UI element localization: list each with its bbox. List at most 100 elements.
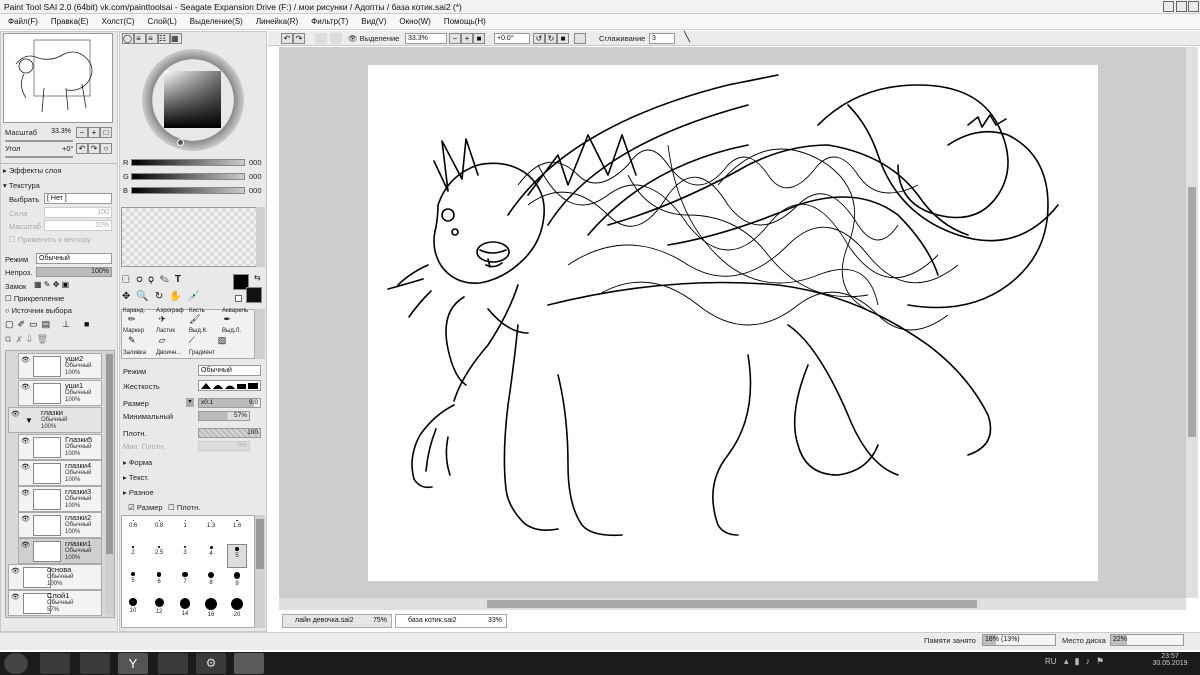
canvas-vertical-scrollbar[interactable] [1186,47,1198,598]
tool-select-eraser[interactable]: Выд.Л. [222,328,241,334]
doc-tab[interactable]: лайн девочка.sai2 75% [282,614,392,628]
rgb-slider-tab[interactable]: ≡ [134,33,146,44]
clear-layer-icon[interactable]: ✗ [16,334,26,344]
brush-size-scrollbar[interactable] [255,515,265,628]
tool-select-pen[interactable]: Выд.К. [189,328,208,334]
brush-size-preset[interactable]: 16 [201,596,221,620]
paint-app-icon[interactable] [158,653,188,674]
clock[interactable]: 23:57 30.05.2019 [1150,653,1190,667]
brush-size-preset[interactable]: 6 [149,570,169,594]
lasso-icon[interactable]: ഠ [136,274,149,285]
secondary-color-swatch[interactable] [246,287,262,303]
start-button[interactable] [4,653,28,674]
invert-selection-button[interactable] [330,33,342,44]
section-texture[interactable]: ▸ Текст. [123,473,149,482]
rect-select-icon[interactable]: ⬚ [122,274,136,285]
texture-select[interactable]: [ Нет ] [44,193,112,204]
folder-open-icon[interactable]: ▼ [25,416,33,425]
brush-size-preset[interactable]: 0.8 [149,518,169,542]
brush-size-preset[interactable]: 4 [201,544,221,568]
layer-mask-icon[interactable]: ▤ [42,319,55,329]
eye-icon[interactable]: 👁 [21,489,31,499]
b-slider[interactable] [131,187,245,194]
zoom-slider[interactable] [5,140,73,142]
network-icon[interactable]: ▮ [1075,656,1086,666]
recycle-bin-icon[interactable] [40,653,70,674]
straight-line-icon[interactable]: ╲ [684,32,690,43]
new-folder-icon[interactable]: ▭ [29,319,42,329]
hsv-slider-tab[interactable]: ≡ [146,33,158,44]
flag-icon[interactable]: ⚑ [1096,656,1110,666]
tool-marker[interactable]: Маркер [123,328,144,334]
canvas-angle-field[interactable]: +0.0° [494,33,530,44]
chevron-up-icon[interactable]: ▴ [1064,656,1075,666]
brush-size-preset[interactable]: 1.6 [227,518,247,542]
canvas-rotate-reset-button[interactable]: ■ [557,33,569,44]
eye-icon[interactable]: 👁 [21,356,31,366]
canvas-rotate-right-button[interactable]: ↻ [545,33,557,44]
menu-selection[interactable]: Выделение(S) [185,14,248,30]
color-wheel-tab[interactable]: ◯ [122,33,134,44]
layer-item-selected[interactable]: 👁 глазки1 Обычный 100% [18,538,102,564]
stabilizer-select[interactable]: 3 [649,33,675,44]
brush-size-preset[interactable]: 8 [201,570,221,594]
section-misc[interactable]: ▸ Разное [123,488,154,497]
move-icon[interactable]: ✥ [122,291,136,302]
brush-size-preset[interactable]: 12 [149,596,169,620]
brush-size-preset[interactable]: 14 [175,596,195,620]
eye-icon[interactable]: 👁 [21,437,31,447]
lock-move-icon[interactable]: ✥ [53,280,62,289]
scroll-thumb[interactable] [106,354,113,554]
zoom-icon[interactable]: 🔍 [136,291,154,302]
eye-icon[interactable]: 👁 [21,383,31,393]
opacity-slider[interactable]: 100% [36,267,112,277]
new-vector-layer-icon[interactable]: ✐ [18,319,30,329]
tool-bucket[interactable]: Заливка [123,350,146,356]
menu-edit[interactable]: Правка(E) [46,14,94,30]
swap-colors-icon[interactable]: ⇆ [254,273,261,282]
close-button[interactable] [1188,1,1199,12]
layer-item[interactable]: 👁 уши1 Обычный 100% [18,380,102,406]
rotate-icon[interactable]: ↻ [155,291,169,302]
section-shape[interactable]: ▸ Форма [123,458,152,467]
selection-source-checkbox[interactable]: ○ Источник выбора [5,306,72,315]
hue-handle[interactable] [177,139,184,146]
doc-tab-active[interactable]: база котик.sai2 33% [395,614,507,628]
maximize-button[interactable] [1176,1,1187,12]
density-pressure-checkbox[interactable]: ☐ Плотн. [168,503,200,512]
size-slider[interactable]: x0.1 9.0 [198,398,261,408]
menu-canvas[interactable]: Холст(C) [97,14,140,30]
transparent-color-swatch[interactable] [235,295,242,302]
size-pressure-checkbox[interactable]: ☑ Размер [128,503,163,512]
eyedropper-icon[interactable]: 💉 [188,291,206,302]
brush-size-preset[interactable]: 3 [175,544,195,568]
navigator-preview[interactable] [3,33,113,123]
rotate-reset-button[interactable]: ○ [100,143,112,154]
zoom-reset-button[interactable]: □ [100,127,112,138]
lock-draw-icon[interactable]: ✎ [44,280,53,289]
brush-size-preset[interactable]: 7 [175,570,195,594]
brush-size-preset[interactable]: 1 [175,518,195,542]
brush-grid-scrollbar[interactable] [255,309,265,359]
palette-tab[interactable]: ▦ [170,33,182,44]
layer-list-scrollbar[interactable] [105,352,114,614]
layer-item[interactable]: 👁 глазки3 Обычный 100% [18,486,102,512]
brush-mode-select[interactable]: Обычный [198,365,261,376]
eye-icon[interactable]: 👁 [11,567,21,577]
deselect-button[interactable] [315,33,327,44]
canvas-rotate-left-button[interactable]: ↺ [533,33,545,44]
canvas-zoom-reset-button[interactable]: ■ [473,33,485,44]
zoom-in-button[interactable]: + [88,127,100,138]
lock-transparency-icon[interactable]: ▦ [34,280,44,289]
brush-size-preset[interactable]: 2.5 [149,544,169,568]
redo-button[interactable]: ↷ [293,33,305,44]
fill-layer-icon[interactable]: ■ [84,319,93,329]
angle-slider[interactable] [5,156,73,158]
menu-ruler[interactable]: Линейка(R) [251,14,303,30]
g-slider[interactable] [131,173,245,180]
min-size-slider[interactable]: 57% [198,411,250,421]
canvas-document[interactable] [368,65,1098,581]
layer-item[interactable]: 👁 глазки2 Обычный 100% [18,512,102,538]
brush-size-preset[interactable]: 20 [227,596,247,620]
lock-all-icon[interactable]: ▣ [62,280,70,289]
